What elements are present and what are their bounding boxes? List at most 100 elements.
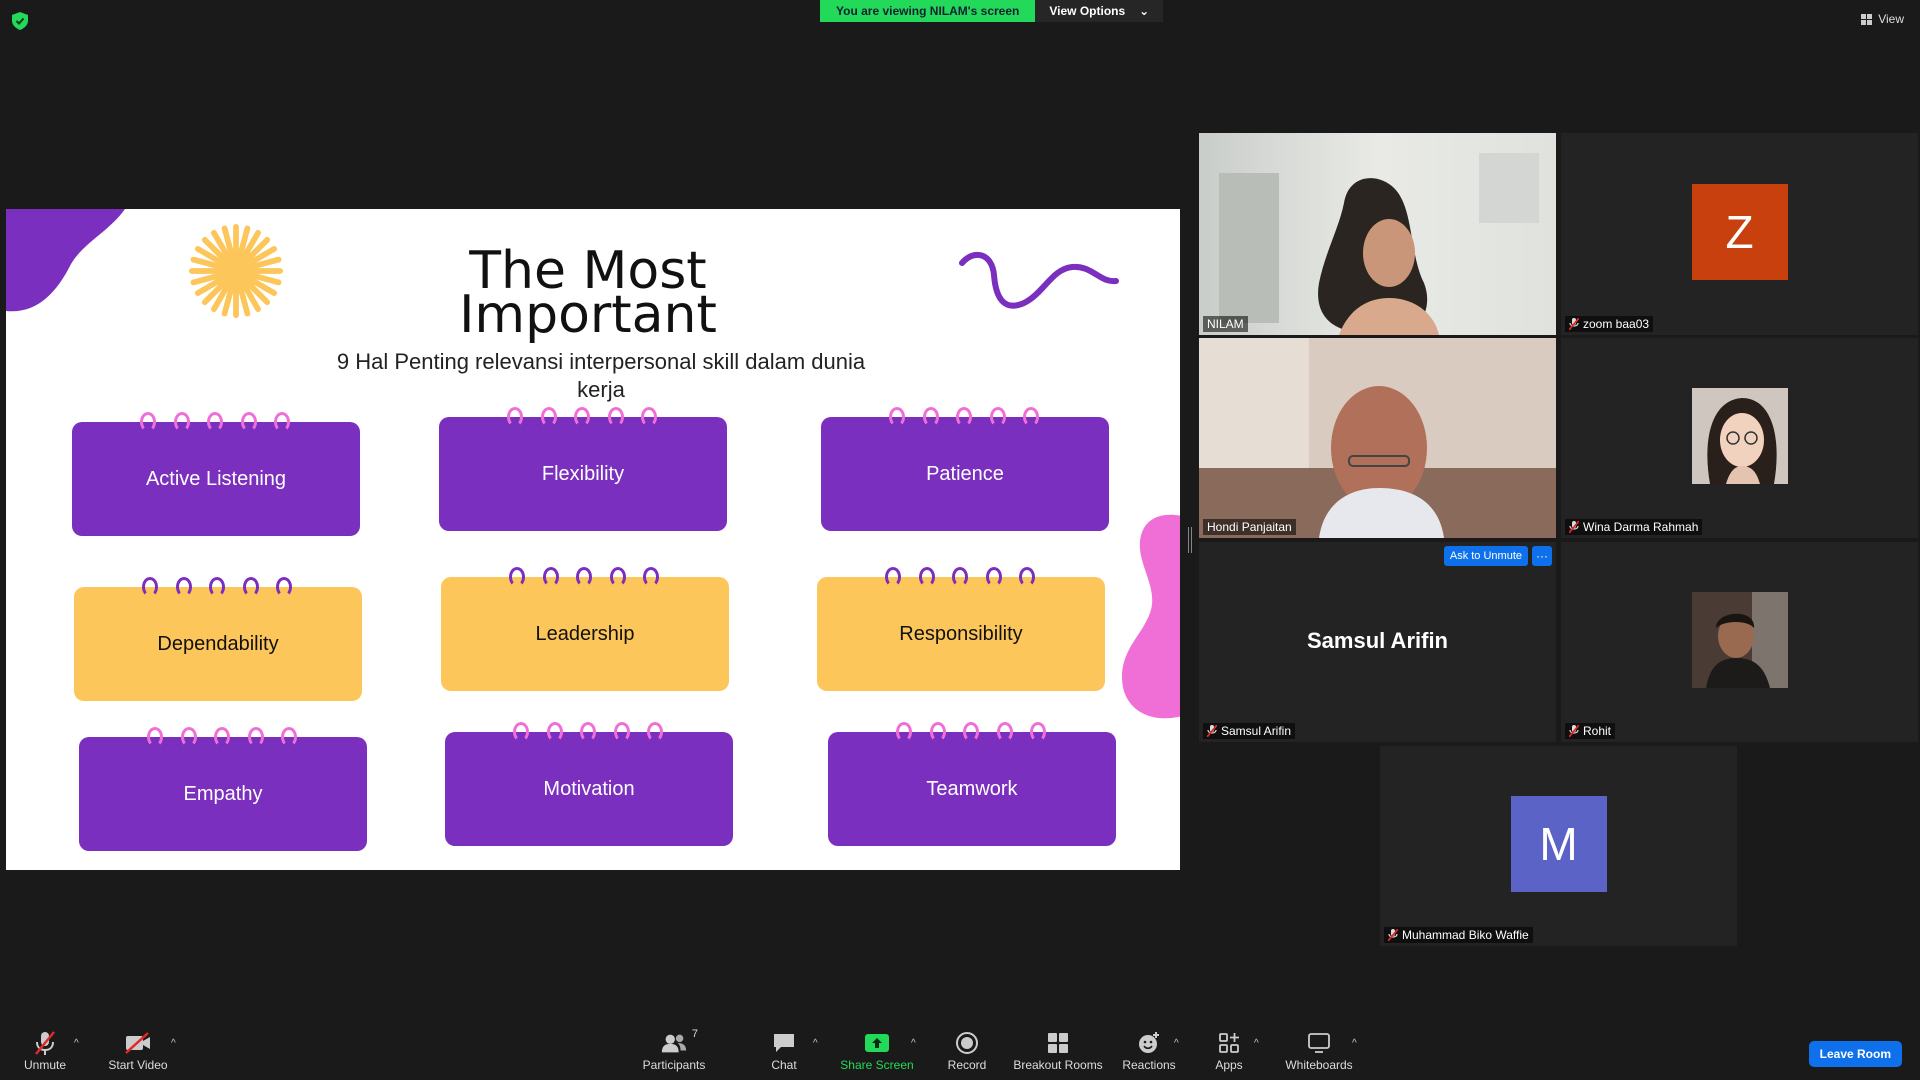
participant-tile[interactable]: Samsul Arifin Ask to Unmute ··· Samsul Arif… (1199, 542, 1556, 742)
participants-button[interactable]: 7 Participants (626, 1028, 722, 1072)
more-options-button[interactable]: ··· (1532, 546, 1552, 566)
participant-tile[interactable]: Hondi Panjaitan (1199, 338, 1556, 538)
view-label: View (1878, 12, 1904, 26)
view-layout-button[interactable]: View (1861, 12, 1904, 26)
binding-ring-icon (607, 407, 624, 427)
avatar-letter: M (1539, 818, 1578, 870)
participant-name-tag: zoom baa03 (1565, 316, 1654, 332)
reactions-label: Reactions (1122, 1058, 1176, 1072)
binding-ring-icon (956, 407, 972, 427)
participant-name-tag: Samsul Arifin (1203, 723, 1296, 739)
unmute-button[interactable]: Unmute (0, 1030, 93, 1072)
skill-card-label: Patience (926, 462, 1004, 485)
apps-button[interactable]: Apps (1181, 1030, 1277, 1072)
participant-tile[interactable]: Zzoom baa03 (1561, 133, 1918, 335)
microphone-muted-icon (31, 1030, 59, 1056)
binding-ring-icon (140, 412, 156, 432)
spiral-binding-rings (889, 407, 1039, 429)
binding-ring-icon (1023, 407, 1039, 427)
spiral-binding-rings (509, 567, 659, 589)
participant-name-tag: Muhammad Biko Waffie (1384, 927, 1533, 943)
skill-card-label: Flexibility (541, 462, 625, 485)
chevron-down-icon: ⌄ (1139, 4, 1150, 18)
share-screen-button[interactable]: Share Screen (829, 1030, 925, 1072)
record-label: Record (947, 1058, 987, 1072)
participant-tile[interactable]: M Muhammad Biko Waffie (1380, 746, 1737, 946)
skill-card: Teamwork (828, 722, 1116, 846)
spiral-binding-rings (896, 722, 1046, 744)
microphone-muted-icon (1568, 317, 1580, 331)
leave-room-button[interactable]: Leave Room (1808, 1041, 1902, 1067)
binding-ring-icon (576, 567, 592, 587)
binding-ring-icon (580, 722, 596, 742)
microphone-muted-icon (1206, 724, 1218, 738)
binding-ring-icon (574, 407, 590, 427)
binding-ring-icon (509, 567, 525, 587)
spiral-binding-rings (507, 407, 657, 429)
chat-button[interactable]: Chat (736, 1030, 832, 1072)
binding-ring-icon (507, 407, 523, 427)
participant-avatar (1691, 388, 1788, 484)
binding-ring-icon (647, 722, 663, 742)
skill-card-label: Responsibility (899, 622, 1023, 645)
security-shield-icon[interactable] (12, 12, 28, 30)
split-view-divider-handle[interactable] (1188, 527, 1192, 553)
video-options-caret-icon[interactable]: ^ (171, 1038, 176, 1049)
participant-video-feed (1199, 338, 1556, 538)
binding-ring-icon (207, 412, 223, 432)
whiteboards-options-caret-icon[interactable]: ^ (1352, 1038, 1357, 1049)
participant-avatar (1691, 592, 1788, 688)
apps-icon (1215, 1030, 1243, 1056)
participant-name: Hondi Panjaitan (1207, 520, 1292, 534)
participant-name-tag: NILAM (1203, 316, 1248, 332)
whiteboards-label: Whiteboards (1285, 1058, 1353, 1072)
slide-title-line2: Important (459, 285, 717, 345)
skill-card: Active Listening (72, 412, 360, 536)
apps-options-caret-icon[interactable]: ^ (1254, 1038, 1259, 1049)
reactions-options-caret-icon[interactable]: ^ (1174, 1038, 1179, 1049)
participant-tile[interactable]: Wina Darma Rahmah (1561, 338, 1918, 538)
chat-options-caret-icon[interactable]: ^ (813, 1038, 818, 1049)
breakout-rooms-button[interactable]: Breakout Rooms (1010, 1030, 1106, 1072)
binding-ring-icon (918, 567, 935, 587)
meeting-toolbar: Unmute ^ Start Video ^ 7 Participants Ch… (0, 1028, 1920, 1080)
participant-tile[interactable]: NILAM (1199, 133, 1556, 335)
video-camera-off-icon (124, 1030, 152, 1056)
participant-tile[interactable]: Rohit (1561, 542, 1918, 742)
participant-video-feed (1199, 133, 1556, 335)
participant-avatar: Z (1691, 184, 1788, 280)
whiteboards-button[interactable]: Whiteboards (1271, 1030, 1367, 1072)
view-options-button[interactable]: View Options ⌄ (1035, 0, 1164, 22)
microphone-muted-icon (1387, 928, 1399, 942)
spiral-binding-rings (147, 727, 297, 749)
binding-ring-icon (247, 727, 264, 747)
binding-ring-icon (274, 412, 290, 432)
binding-ring-icon (276, 577, 292, 597)
record-button[interactable]: Record (919, 1030, 1015, 1072)
slide-subtitle-line2: kerja (577, 377, 625, 402)
start-video-button[interactable]: Start Video (90, 1030, 186, 1072)
ask-to-unmute-button[interactable]: Ask to Unmute (1443, 546, 1528, 566)
binding-ring-icon (613, 722, 630, 742)
viewing-status-text: You are viewing NILAM's screen (820, 0, 1036, 22)
binding-ring-icon (896, 722, 912, 742)
binding-ring-icon (242, 577, 259, 597)
chat-label: Chat (771, 1058, 797, 1072)
binding-ring-icon (996, 722, 1013, 742)
microphone-muted-icon (1568, 520, 1580, 534)
whiteboard-icon (1305, 1030, 1333, 1056)
share-screen-icon (863, 1030, 891, 1056)
binding-ring-icon (214, 727, 230, 747)
skill-card: Responsibility (817, 567, 1105, 691)
binding-ring-icon (240, 412, 257, 432)
view-options-label: View Options (1049, 4, 1126, 18)
binding-ring-icon (147, 727, 163, 747)
skill-card: Motivation (445, 722, 733, 846)
spiral-binding-rings (140, 412, 290, 434)
share-options-caret-icon[interactable]: ^ (911, 1038, 916, 1049)
chat-bubble-icon (770, 1030, 798, 1056)
skill-card-label: Empathy (183, 782, 263, 805)
skill-card-label: Active Listening (145, 467, 287, 490)
audio-options-caret-icon[interactable]: ^ (74, 1038, 79, 1049)
binding-ring-icon (542, 567, 559, 587)
